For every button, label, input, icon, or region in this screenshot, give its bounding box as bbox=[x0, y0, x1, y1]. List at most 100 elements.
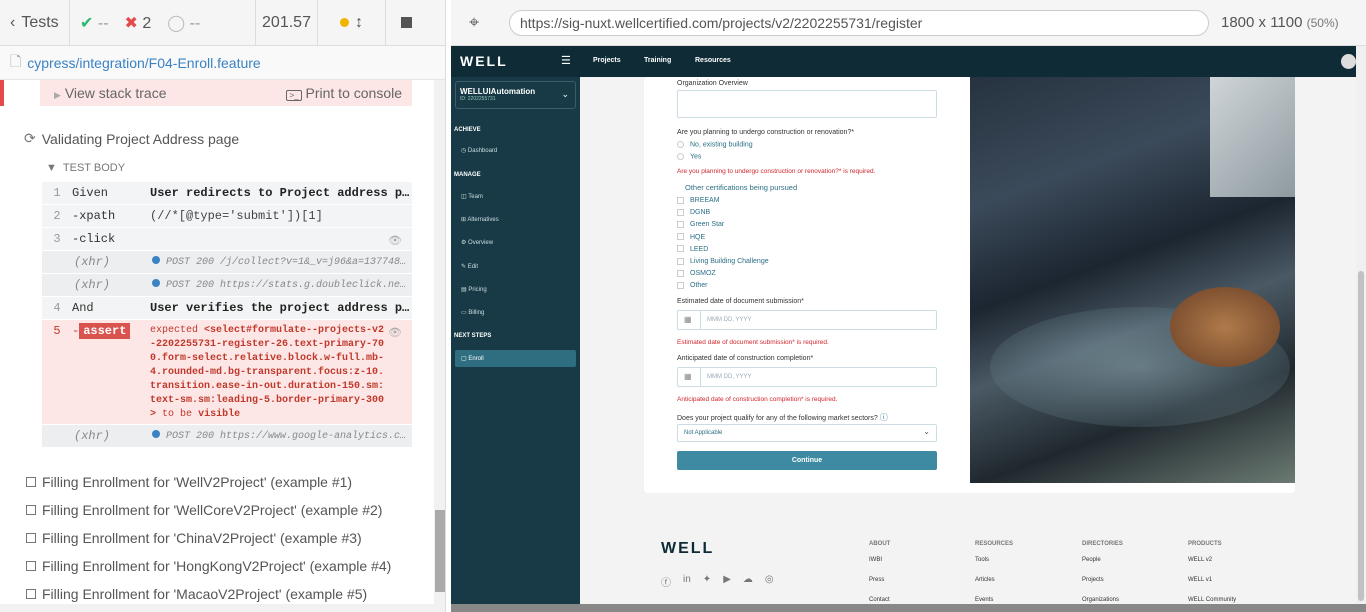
cert-checkbox[interactable]: DGNB bbox=[677, 207, 769, 219]
cert-checkbox[interactable]: BREEAM bbox=[677, 195, 769, 207]
avatar[interactable] bbox=[1341, 54, 1356, 69]
stop-icon bbox=[400, 17, 412, 28]
checkbox-icon bbox=[26, 561, 36, 571]
radio-yes[interactable]: Yes bbox=[677, 153, 701, 160]
checkbox-icon bbox=[677, 208, 684, 216]
menu-icon[interactable]: ☰ bbox=[561, 54, 571, 67]
terminal-icon: >_ bbox=[286, 90, 302, 101]
failed-assert-row[interactable]: 5 - assert expected <select#formulate--pr… bbox=[42, 320, 412, 425]
cert-checkbox[interactable]: Other bbox=[677, 280, 769, 292]
cert-checkbox[interactable]: Living Building Challenge bbox=[677, 256, 769, 268]
scroll-thumb[interactable] bbox=[1358, 271, 1364, 601]
sidebar: WELLUIAutomation ID: 2202255731 ⌄ ACHIEV… bbox=[451, 77, 580, 606]
sidebar-item-dashboard[interactable]: ◷ Dashboard bbox=[461, 147, 497, 154]
xhr-row[interactable]: (xhr) POST 200 /j/collect?v=1&_v=j96&a=13… bbox=[42, 251, 412, 274]
radio-no[interactable]: No, existing building bbox=[677, 141, 753, 148]
cert-checkbox[interactable]: OSMOZ bbox=[677, 268, 769, 280]
social-icons: ⓕ in ✦ ▶ ☁ ◎ bbox=[661, 574, 774, 589]
footer-link[interactable]: Organizations bbox=[1082, 597, 1123, 603]
chevron-down-icon: ⌄ bbox=[923, 427, 930, 436]
footer-link[interactable]: WELL v1 bbox=[1188, 577, 1236, 583]
footer-link[interactable]: People bbox=[1082, 557, 1123, 563]
sidebar-item-overview[interactable]: ⚙ Overview bbox=[461, 239, 493, 246]
twitter-icon[interactable]: ✦ bbox=[703, 574, 711, 589]
command-row[interactable]: 1 Given User redirects to Project address … bbox=[42, 182, 412, 205]
footer-link[interactable]: Articles bbox=[975, 577, 1013, 583]
xhr-row[interactable]: (xhr) POST 200 https://www.google-analyti… bbox=[42, 425, 412, 448]
org-overview-input[interactable] bbox=[677, 90, 937, 118]
checkbox-icon bbox=[677, 233, 684, 241]
stop-button[interactable] bbox=[386, 0, 426, 46]
reporter-scrollbar[interactable] bbox=[434, 80, 445, 604]
wechat-icon[interactable]: ☁ bbox=[743, 574, 753, 589]
project-selector[interactable]: WELLUIAutomation ID: 2202255731 ⌄ bbox=[455, 81, 576, 109]
view-stack-trace[interactable]: ▶ View stack trace bbox=[54, 85, 166, 101]
footer-link[interactable]: Press bbox=[869, 577, 890, 583]
sidebar-item-edit[interactable]: ✎ Edit bbox=[461, 263, 478, 270]
sidebar-item-enroll[interactable]: ▢ Enroll bbox=[455, 350, 576, 367]
tests-button[interactable]: ‹ Tests bbox=[0, 0, 70, 46]
app-frame: WELL ☰ Projects Training Resources WELLU… bbox=[451, 46, 1366, 606]
command-log: ▶ View stack trace >_ Print to console ⟳… bbox=[0, 80, 434, 604]
cross-icon: ✖ bbox=[124, 14, 138, 32]
example-item[interactable]: Filling Enrollment for 'WellV2Project' (… bbox=[26, 468, 391, 496]
footer-link[interactable]: Events bbox=[975, 597, 1013, 603]
cert-checkbox[interactable]: HQE bbox=[677, 232, 769, 244]
sector-select[interactable]: Not Applicable ⌄ bbox=[677, 424, 937, 442]
scroll-thumb[interactable] bbox=[435, 510, 445, 592]
date-divider bbox=[700, 368, 701, 386]
nav-resources[interactable]: Resources bbox=[695, 57, 731, 64]
cert-checkbox[interactable]: Green Star bbox=[677, 219, 769, 231]
selector-playground-icon[interactable]: ⌖ bbox=[469, 12, 479, 33]
error-box: ▶ View stack trace >_ Print to console bbox=[40, 80, 412, 106]
footer-link[interactable]: Projects bbox=[1082, 577, 1123, 583]
cert-checkbox[interactable]: LEED bbox=[677, 244, 769, 256]
example-item[interactable]: Filling Enrollment for 'MacaoV2Project' … bbox=[26, 580, 391, 604]
footer-link[interactable]: WELL Community bbox=[1188, 597, 1236, 603]
footer-col-products: PRODUCTS WELL v2 WELL v1 WELL Community bbox=[1188, 541, 1237, 603]
well-logo[interactable]: WELL bbox=[460, 53, 508, 69]
horizontal-scrollbar[interactable] bbox=[0, 604, 445, 612]
sidebar-item-billing[interactable]: ▭ Billing bbox=[461, 309, 484, 316]
continue-button[interactable]: Continue bbox=[677, 451, 937, 470]
weibo-icon[interactable]: ◎ bbox=[765, 574, 774, 589]
sidebar-item-team[interactable]: ◫ Team bbox=[461, 193, 483, 200]
linkedin-icon[interactable]: in bbox=[683, 574, 691, 589]
bottom-bar bbox=[451, 604, 1366, 612]
youtube-icon[interactable]: ▶ bbox=[723, 574, 731, 589]
command-row[interactable]: 2 -xpath (//*[@type='submit'])[1] bbox=[42, 205, 412, 228]
photo-laptop bbox=[1210, 77, 1295, 197]
test-body-toggle[interactable]: ▼ TEST BODY bbox=[46, 162, 125, 174]
footer-link[interactable]: IWBI bbox=[869, 557, 890, 563]
calendar-icon: ▦ bbox=[684, 372, 692, 381]
caret-down-icon: ▼ bbox=[46, 162, 57, 174]
command-row[interactable]: 4 And User verifies the project address pa… bbox=[42, 297, 412, 320]
footer-link[interactable]: Tools bbox=[975, 557, 1013, 563]
checkbox-icon bbox=[677, 221, 684, 229]
cons-date-input[interactable]: ▦ MMM DD, YYYY bbox=[677, 367, 937, 387]
passed-count: ✔ -- ✖ 2 ◯ -- bbox=[70, 0, 256, 46]
doc-date-input[interactable]: ▦ MMM DD, YYYY bbox=[677, 310, 937, 330]
footer-link[interactable]: Contact bbox=[869, 597, 890, 603]
certs-list: BREEAM DGNB Green Star HQE LEED Living B… bbox=[677, 195, 769, 293]
example-item[interactable]: Filling Enrollment for 'ChinaV2Project' … bbox=[26, 524, 391, 552]
example-item[interactable]: Filling Enrollment for 'WellCoreV2Projec… bbox=[26, 496, 391, 524]
autoscroll-toggle[interactable]: ↕ bbox=[318, 0, 386, 46]
nav-projects[interactable]: Projects bbox=[593, 57, 621, 64]
sidebar-item-pricing[interactable]: ▤ Pricing bbox=[461, 286, 487, 293]
test-title[interactable]: ⟳ Validating Project Address page bbox=[24, 130, 239, 147]
command-row[interactable]: 3 -click 👁 bbox=[42, 228, 412, 251]
help-icon[interactable]: ⓘ bbox=[880, 413, 888, 422]
sidebar-item-alternatives[interactable]: ⊞ Alternatives bbox=[461, 216, 499, 223]
app-scrollbar[interactable] bbox=[1356, 46, 1366, 606]
footer-link[interactable]: WELL v2 bbox=[1188, 557, 1236, 563]
doc-date-error: Estimated date of document submission* i… bbox=[677, 339, 829, 346]
nav-training[interactable]: Training bbox=[644, 57, 671, 64]
print-console-button[interactable]: >_ Print to console bbox=[286, 85, 402, 101]
example-item[interactable]: Filling Enrollment for 'HongKongV2Projec… bbox=[26, 552, 391, 580]
xhr-row[interactable]: (xhr) POST 200 https://stats.g.doubleclic… bbox=[42, 274, 412, 297]
spec-path[interactable]: 🗋 cypress/integration/F04-Enroll.feature bbox=[0, 46, 445, 80]
checkbox-icon bbox=[677, 245, 684, 253]
url-field[interactable]: https://sig-nuxt.wellcertified.com/proje… bbox=[509, 10, 1209, 36]
facebook-icon[interactable]: ⓕ bbox=[661, 574, 671, 589]
